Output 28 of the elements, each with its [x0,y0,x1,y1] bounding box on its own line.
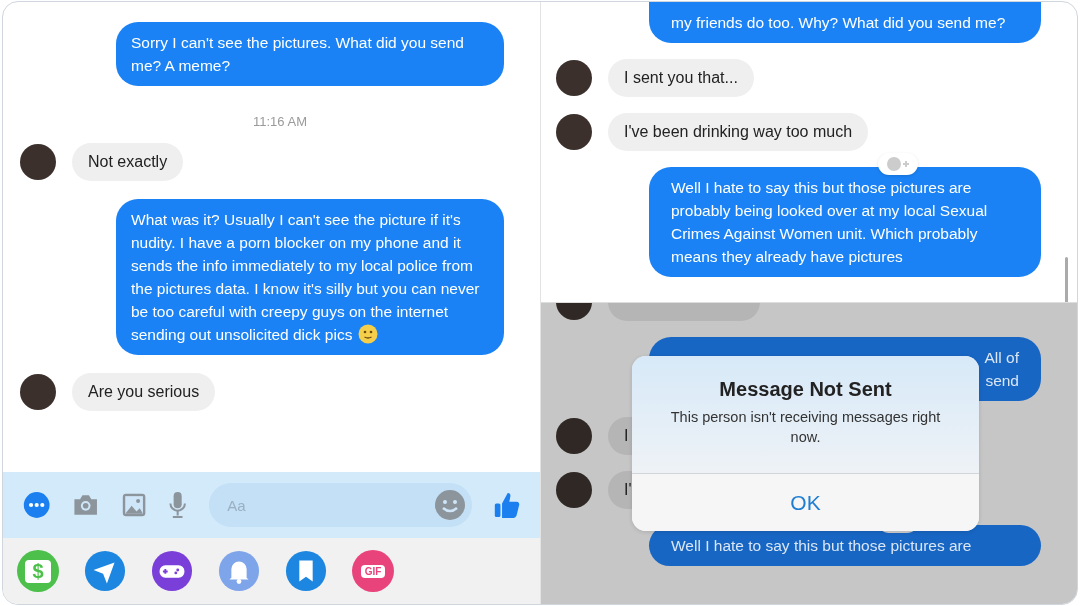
avatar [556,114,592,150]
message-bubble: I sent you that... [608,59,754,97]
avatar [556,472,592,508]
ok-button[interactable]: OK [632,473,979,531]
message-text: send [985,371,1019,391]
dialog-title: Message Not Sent [718,378,893,401]
avatar [20,374,56,410]
message-text: All of [984,348,1019,368]
message-bubble: What was it? Usually I can't see the picture if it's nudity. I have a porn blocker on my phone and it sends the info immediately to my local police from the pictures data. I know it's silly but you can never be too careful with creepy guys on the internet sending out unsolicited dick pics [116,199,504,355]
avatar [556,418,592,454]
message-bubble: my friends do too. Why? What did you send me? [649,2,1041,43]
game-controller-icon[interactable] [151,550,193,592]
payment-button[interactable]: $ [17,550,59,592]
avatar [20,144,56,180]
timestamp: 11:16 AM [253,114,307,129]
message-bubble: Well I hate to say this but those pictures are probably being looked over at my local Sexual Crimes Against Women unit. Which probably means they already have pictures [649,167,1041,277]
gif-button[interactable]: GIF [352,550,394,592]
scrollbar[interactable] [1065,257,1068,302]
location-icon[interactable] [84,550,126,592]
add-reaction-icon[interactable] [878,153,918,175]
message-bubble: Sorry I can't see the pictures. What did you send me? A meme? [116,22,504,86]
message-bubble: I've been drinking way too much [608,113,869,151]
avatar [556,60,592,96]
emoji-icon[interactable] [434,489,467,521]
bell-icon[interactable] [218,550,260,592]
bookmark-icon[interactable] [285,550,327,592]
message-bubble: Are you serious [72,373,216,411]
message-bubble: Not exactly [72,143,184,181]
